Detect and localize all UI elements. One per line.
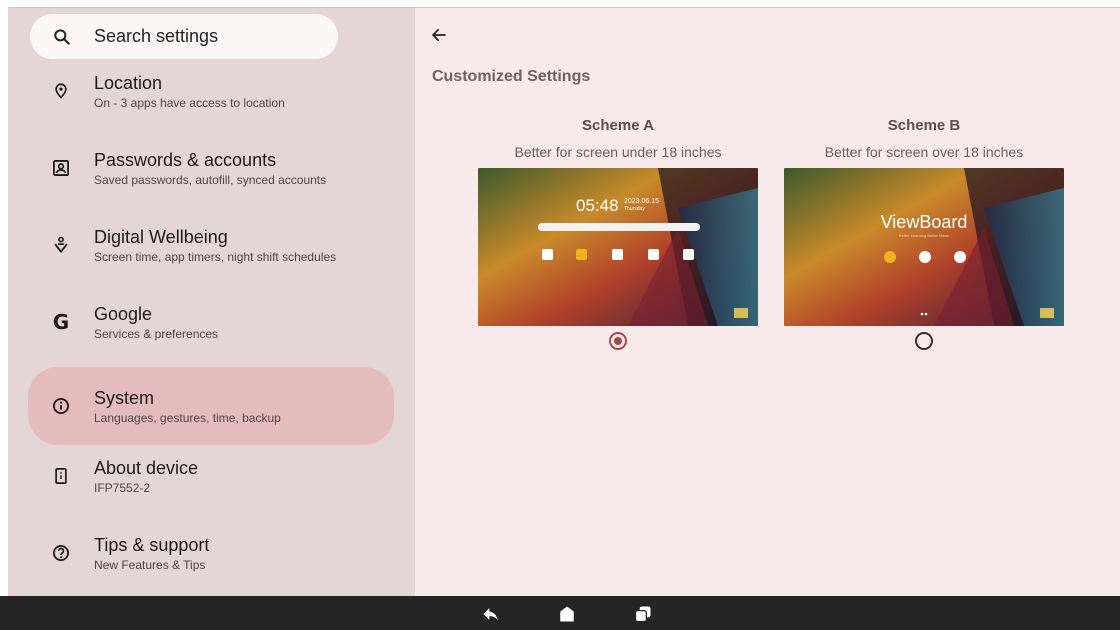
sidebar-item-title: Location xyxy=(94,72,163,93)
back-nav-icon[interactable] xyxy=(481,604,501,624)
search-icon xyxy=(54,28,70,45)
device-icon xyxy=(50,465,72,487)
sidebar-item-subtitle: IFP7552-2 xyxy=(94,480,151,495)
scheme-b-wallpaper xyxy=(784,168,1064,326)
sidebar-item-title: System xyxy=(94,387,155,408)
sidebar-item-title: Digital Wellbeing xyxy=(94,226,228,247)
scheme-a-preview[interactable]: 05:48 2023.06.15 Thursday xyxy=(478,168,758,326)
recent-apps-nav-icon[interactable] xyxy=(633,604,653,624)
sidebar-item-subtitle: Screen time, app timers, night shift sch… xyxy=(94,249,337,264)
home-nav-icon[interactable] xyxy=(557,604,577,624)
sidebar-item-location[interactable]: Location On - 3 apps have access to locat… xyxy=(28,52,394,130)
location-pin-icon xyxy=(50,80,72,102)
sidebar-item-subtitle: Services & preferences xyxy=(94,326,219,341)
sidebar-item-google[interactable]: G Google Services & preferences xyxy=(28,283,394,361)
scheme-b-description: Better for screen over 18 inches xyxy=(824,144,1024,160)
system-navigation-bar xyxy=(0,596,1120,630)
scheme-b-tagline: Better Learning Better Mean xyxy=(898,233,950,238)
sidebar-item-system[interactable]: System Languages, gestures, time, backup xyxy=(28,367,394,445)
sidebar-item-subtitle: Saved passwords, autofill, synced accoun… xyxy=(94,172,327,187)
sidebar-item-title: Passwords & accounts xyxy=(94,149,277,170)
scheme-b-brand: ViewBoard xyxy=(880,212,968,232)
scheme-a-description: Better for screen under 18 inches xyxy=(514,144,722,160)
customized-settings-panel: Customized Settings Scheme A Better for … xyxy=(415,8,1120,596)
window-frame-top xyxy=(0,0,1120,8)
search-settings-label: Search settings xyxy=(94,26,219,46)
scheme-a-day: Thursday xyxy=(624,206,645,212)
sidebar-item-subtitle: Languages, gestures, time, backup xyxy=(94,410,281,425)
scheme-a-wallpaper xyxy=(478,168,758,326)
sidebar-item-digital-wellbeing[interactable]: Digital Wellbeing Screen time, app timers… xyxy=(28,206,394,284)
sidebar-item-passwords-accounts[interactable]: Passwords & accounts Saved passwords, aut… xyxy=(28,129,394,207)
settings-sidebar: Search settings Location On - 3 apps have… xyxy=(8,8,415,596)
scheme-b-option: Scheme B Better for screen over 18 inche… xyxy=(784,117,1064,350)
scheme-a-date: 2023.06.15 xyxy=(624,198,660,205)
google-icon: G xyxy=(52,310,70,334)
info-icon xyxy=(50,395,72,417)
account-box-icon xyxy=(50,157,72,179)
wellbeing-icon xyxy=(50,234,72,256)
scheme-a-name: Scheme A xyxy=(582,117,654,134)
window-frame-left xyxy=(0,8,8,596)
sidebar-item-tips-support[interactable]: Tips & support New Features & Tips xyxy=(28,514,394,592)
scheme-b-name: Scheme B xyxy=(887,117,961,134)
sidebar-item-title: About device xyxy=(94,457,199,478)
scheme-a-option: Scheme A Better for screen under 18 inch… xyxy=(478,117,758,350)
sidebar-item-subtitle: On - 3 apps have access to location xyxy=(94,95,285,110)
page-title: Customized Settings xyxy=(432,68,591,85)
scheme-a-radio[interactable] xyxy=(609,332,627,350)
sidebar-item-title: Google xyxy=(94,303,153,324)
sidebar-item-title: Tips & support xyxy=(94,534,210,555)
scheme-a-clock: 05:48 xyxy=(576,196,619,215)
scheme-b-preview[interactable]: ViewBoard Better Learning Better Mean xyxy=(784,168,1064,326)
sidebar-item-about-device[interactable]: About device IFP7552-2 xyxy=(28,437,394,515)
scheme-b-radio[interactable] xyxy=(915,332,933,350)
back-arrow-icon[interactable] xyxy=(430,26,448,44)
sidebar-item-subtitle: New Features & Tips xyxy=(94,557,206,572)
help-icon xyxy=(50,542,72,564)
